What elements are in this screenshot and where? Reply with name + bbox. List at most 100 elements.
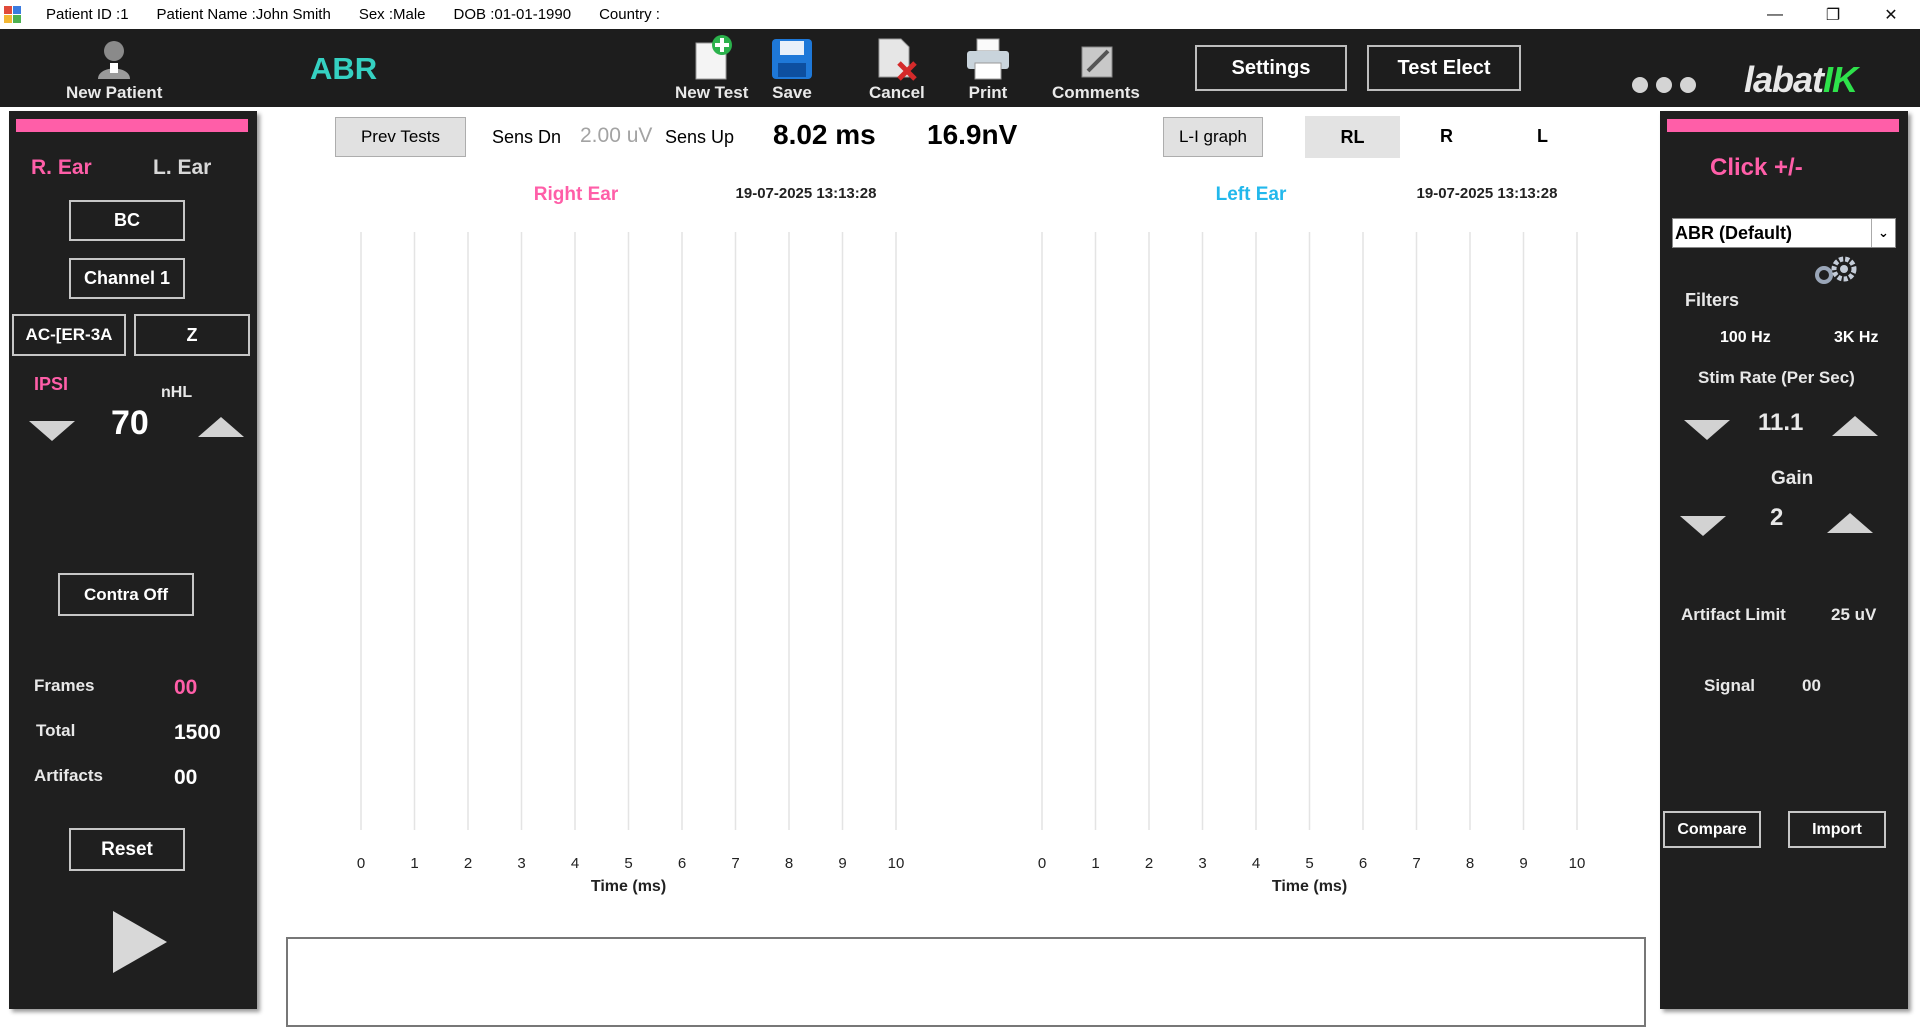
minimize-button[interactable]: —: [1746, 0, 1804, 29]
comments-button[interactable]: Comments: [1052, 35, 1140, 103]
left-ear-x-tick-label: 3: [1198, 855, 1206, 872]
left-ear-timestamp: 19-07-2025 13:13:28: [1417, 185, 1558, 202]
cursor-amplitude-value: 16.9nV: [927, 119, 1018, 150]
left-ear-x-tick-label: 6: [1359, 855, 1367, 872]
module-title: ABR: [310, 51, 378, 86]
save-label: Save: [772, 83, 812, 102]
patient-id: Patient ID :1: [46, 6, 129, 23]
sens-up-button[interactable]: Sens Up: [665, 127, 734, 148]
patient-dob: DOB :01-01-1990: [453, 6, 572, 23]
left-ear-x-tick-label: 0: [1038, 855, 1046, 872]
right-panel: Click +/- ABR (Default) ⌄ Filters 100 Hz…: [1660, 111, 1908, 1009]
ipsi-label: IPSI: [34, 374, 69, 394]
right-ear-toggle[interactable]: R. Ear: [31, 156, 92, 180]
chevron-down-icon[interactable]: ⌄: [1871, 219, 1895, 247]
frames-value: 00: [174, 676, 198, 699]
print-label: Print: [968, 83, 1008, 102]
new-patient-label: New Patient: [66, 83, 163, 102]
right-ear-x-tick-label: 7: [731, 855, 739, 872]
total-label: Total: [36, 721, 76, 740]
test-elect-button[interactable]: Test Elect: [1367, 45, 1521, 91]
import-button[interactable]: Import: [1788, 811, 1886, 848]
left-panel-accent-bar: [16, 119, 248, 132]
artifact-limit-value[interactable]: 25 uV: [1831, 605, 1876, 625]
prev-tests-button[interactable]: Prev Tests: [335, 117, 466, 157]
print-button[interactable]: Print: [965, 35, 1011, 103]
new-document-icon: [690, 35, 734, 81]
artifacts-value: 00: [174, 766, 198, 789]
waveform-charts[interactable]: Right Ear 19-07-2025 13:13:280 1 2 3 4 5 6 7 8 9 10…: [286, 174, 1646, 934]
floppy-disk-icon: [770, 35, 814, 81]
gain-label: Gain: [1771, 468, 1814, 489]
title-bar: Patient ID :1 Patient Name :John Smith S…: [0, 0, 1920, 29]
left-ear-x-tick-label: 7: [1412, 855, 1420, 872]
left-ear-chart-title: Left Ear: [1216, 184, 1287, 205]
app-icon: [4, 5, 22, 24]
window-controls: — ❐ ✕: [1746, 0, 1920, 29]
sens-down-button[interactable]: Sens Dn: [492, 127, 561, 148]
view-rl-tab[interactable]: RL: [1305, 116, 1400, 158]
stim-rate-value: 11.1: [1758, 409, 1804, 436]
save-button[interactable]: Save: [770, 35, 814, 103]
left-ear-x-tick-label: 1: [1091, 855, 1099, 872]
notes-box[interactable]: [286, 937, 1646, 1027]
cancel-button[interactable]: Cancel: [869, 35, 925, 103]
right-ear-x-tick-label: 4: [571, 855, 579, 872]
protocol-select[interactable]: ABR (Default) ⌄: [1672, 218, 1896, 248]
bc-button[interactable]: BC: [69, 200, 185, 241]
right-ear-x-tick-label: 0: [357, 855, 365, 872]
new-test-button[interactable]: New Test: [675, 35, 748, 103]
pencil-note-icon: [1076, 35, 1116, 81]
toolbar: New Patient ABR New Test Save Cancel Pri…: [0, 29, 1920, 107]
reset-button[interactable]: Reset: [69, 828, 185, 871]
contra-off-button[interactable]: Contra Off: [58, 573, 194, 616]
right-ear-x-tick-label: 8: [785, 855, 793, 872]
cancel-document-icon: [875, 35, 919, 81]
stim-rate-up-icon[interactable]: [1832, 416, 1878, 436]
right-ear-x-tick-label: 9: [838, 855, 846, 872]
right-ear-x-tick-label: 2: [464, 855, 472, 872]
z-button[interactable]: Z: [134, 314, 250, 356]
gain-down-icon[interactable]: [1680, 516, 1726, 536]
stim-rate-label: Stim Rate (Per Sec): [1698, 368, 1855, 387]
patient-country: Country :: [599, 6, 660, 23]
gain-value: 2: [1770, 504, 1784, 531]
li-graph-button[interactable]: L-I graph: [1163, 117, 1263, 157]
left-ear-x-tick-label: 8: [1466, 855, 1474, 872]
level-value: 70: [111, 404, 149, 442]
left-ear-x-tick-label: 10: [1569, 855, 1586, 872]
level-up-icon[interactable]: [198, 417, 244, 437]
level-down-icon[interactable]: [29, 421, 75, 441]
artifacts-label: Artifacts: [34, 766, 103, 785]
user-icon: [94, 35, 134, 81]
stimulus-type[interactable]: Click +/-: [1710, 154, 1803, 182]
view-l-tab[interactable]: L: [1537, 126, 1548, 147]
more-options-icon[interactable]: [1632, 77, 1696, 93]
compare-button[interactable]: Compare: [1663, 811, 1761, 848]
play-icon[interactable]: [113, 911, 167, 973]
close-button[interactable]: ✕: [1862, 0, 1920, 29]
left-ear-toggle[interactable]: L. Ear: [153, 156, 211, 180]
restore-button[interactable]: ❐: [1804, 0, 1862, 29]
right-panel-accent-bar: [1667, 119, 1899, 132]
channel-button[interactable]: Channel 1: [69, 258, 185, 299]
stim-rate-down-icon[interactable]: [1684, 420, 1730, 440]
left-ear-x-axis-label: Time (ms): [1272, 878, 1347, 895]
left-ear-x-tick-label: 9: [1519, 855, 1527, 872]
protocol-value: ABR (Default): [1675, 222, 1792, 243]
right-ear-x-axis-label: Time (ms): [591, 878, 666, 895]
gears-icon[interactable]: [1810, 253, 1862, 294]
filter-low-value[interactable]: 100 Hz: [1720, 329, 1771, 347]
gain-up-icon[interactable]: [1827, 513, 1873, 533]
new-patient-button[interactable]: New Patient: [66, 35, 162, 103]
right-ear-x-tick-label: 3: [517, 855, 525, 872]
right-ear-x-tick-label: 1: [410, 855, 418, 872]
transducer-button[interactable]: AC-[ER-3A: [12, 314, 126, 356]
printer-icon: [965, 35, 1011, 81]
brand-logo: labatIK: [1744, 59, 1858, 100]
filter-high-value[interactable]: 3K Hz: [1834, 329, 1878, 347]
patient-name: Patient Name :John Smith: [156, 6, 331, 23]
view-r-tab[interactable]: R: [1440, 126, 1453, 147]
left-ear-x-tick-label: 2: [1145, 855, 1153, 872]
settings-button[interactable]: Settings: [1195, 45, 1347, 91]
